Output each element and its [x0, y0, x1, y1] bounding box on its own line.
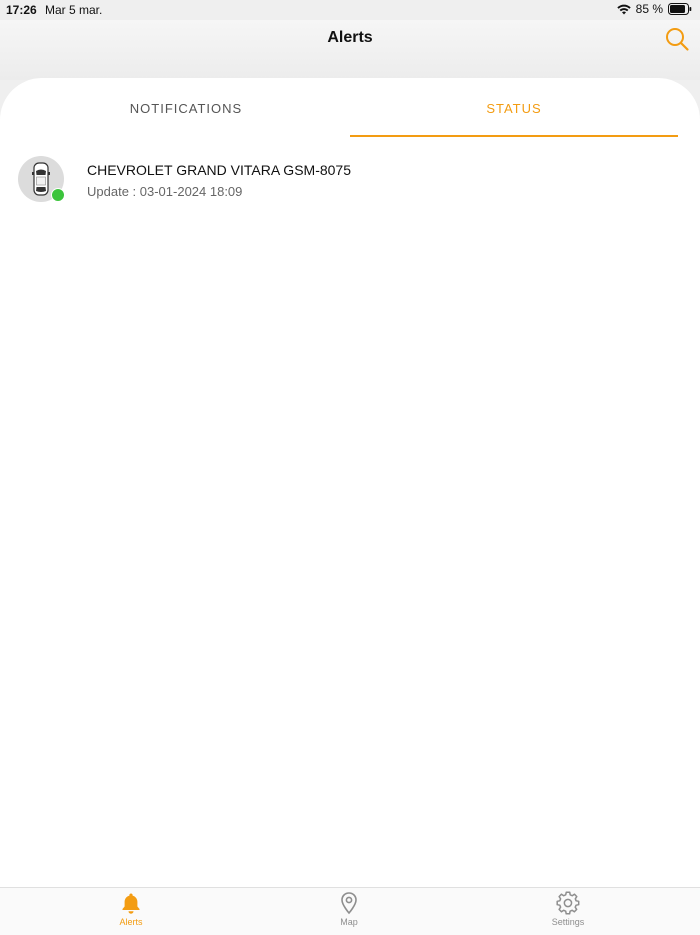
- status-date: Mar 5 mar.: [45, 3, 103, 17]
- map-pin-icon: [341, 892, 357, 915]
- status-time: 17:26: [6, 3, 37, 17]
- battery-icon: [668, 3, 692, 15]
- tab-bar-map[interactable]: Map: [309, 891, 389, 933]
- tab-bar-settings-label: Settings: [551, 917, 585, 927]
- tab-strip: NOTIFICATIONS STATUS: [0, 78, 700, 138]
- bell-icon: [122, 893, 140, 914]
- tab-status[interactable]: STATUS: [350, 78, 678, 138]
- online-status-dot: [51, 188, 65, 202]
- gear-icon: [556, 891, 580, 915]
- tab-bar-map-label: Map: [340, 917, 358, 927]
- bottom-tab-bar: Alerts Map Settings: [0, 887, 700, 935]
- wifi-icon: [616, 4, 631, 15]
- tab-bar-alerts-label: Alerts: [119, 917, 143, 927]
- vehicle-name: CHEVROLET GRAND VITARA GSM-8075: [87, 162, 351, 178]
- content-card: NOTIFICATIONS STATUS CHEVROLET GRAND VIT…: [0, 78, 700, 888]
- status-bar: 17:26 Mar 5 mar. 85 %: [0, 0, 700, 20]
- search-button[interactable]: [664, 26, 690, 52]
- search-icon: [666, 28, 689, 51]
- tab-bar-alerts[interactable]: Alerts: [91, 891, 171, 933]
- active-tab-indicator: [350, 135, 678, 137]
- vehicle-list-item[interactable]: CHEVROLET GRAND VITARA GSM-8075 Update :…: [0, 148, 700, 210]
- battery-percentage: 85 %: [635, 2, 663, 16]
- tab-notifications[interactable]: NOTIFICATIONS: [22, 78, 350, 138]
- page-title: Alerts: [327, 29, 373, 46]
- vehicle-update-time: Update : 03-01-2024 18:09: [87, 184, 243, 199]
- car-icon: [32, 162, 50, 196]
- status-indicators: 85 %: [616, 2, 692, 16]
- tab-bar-settings[interactable]: Settings: [528, 891, 608, 933]
